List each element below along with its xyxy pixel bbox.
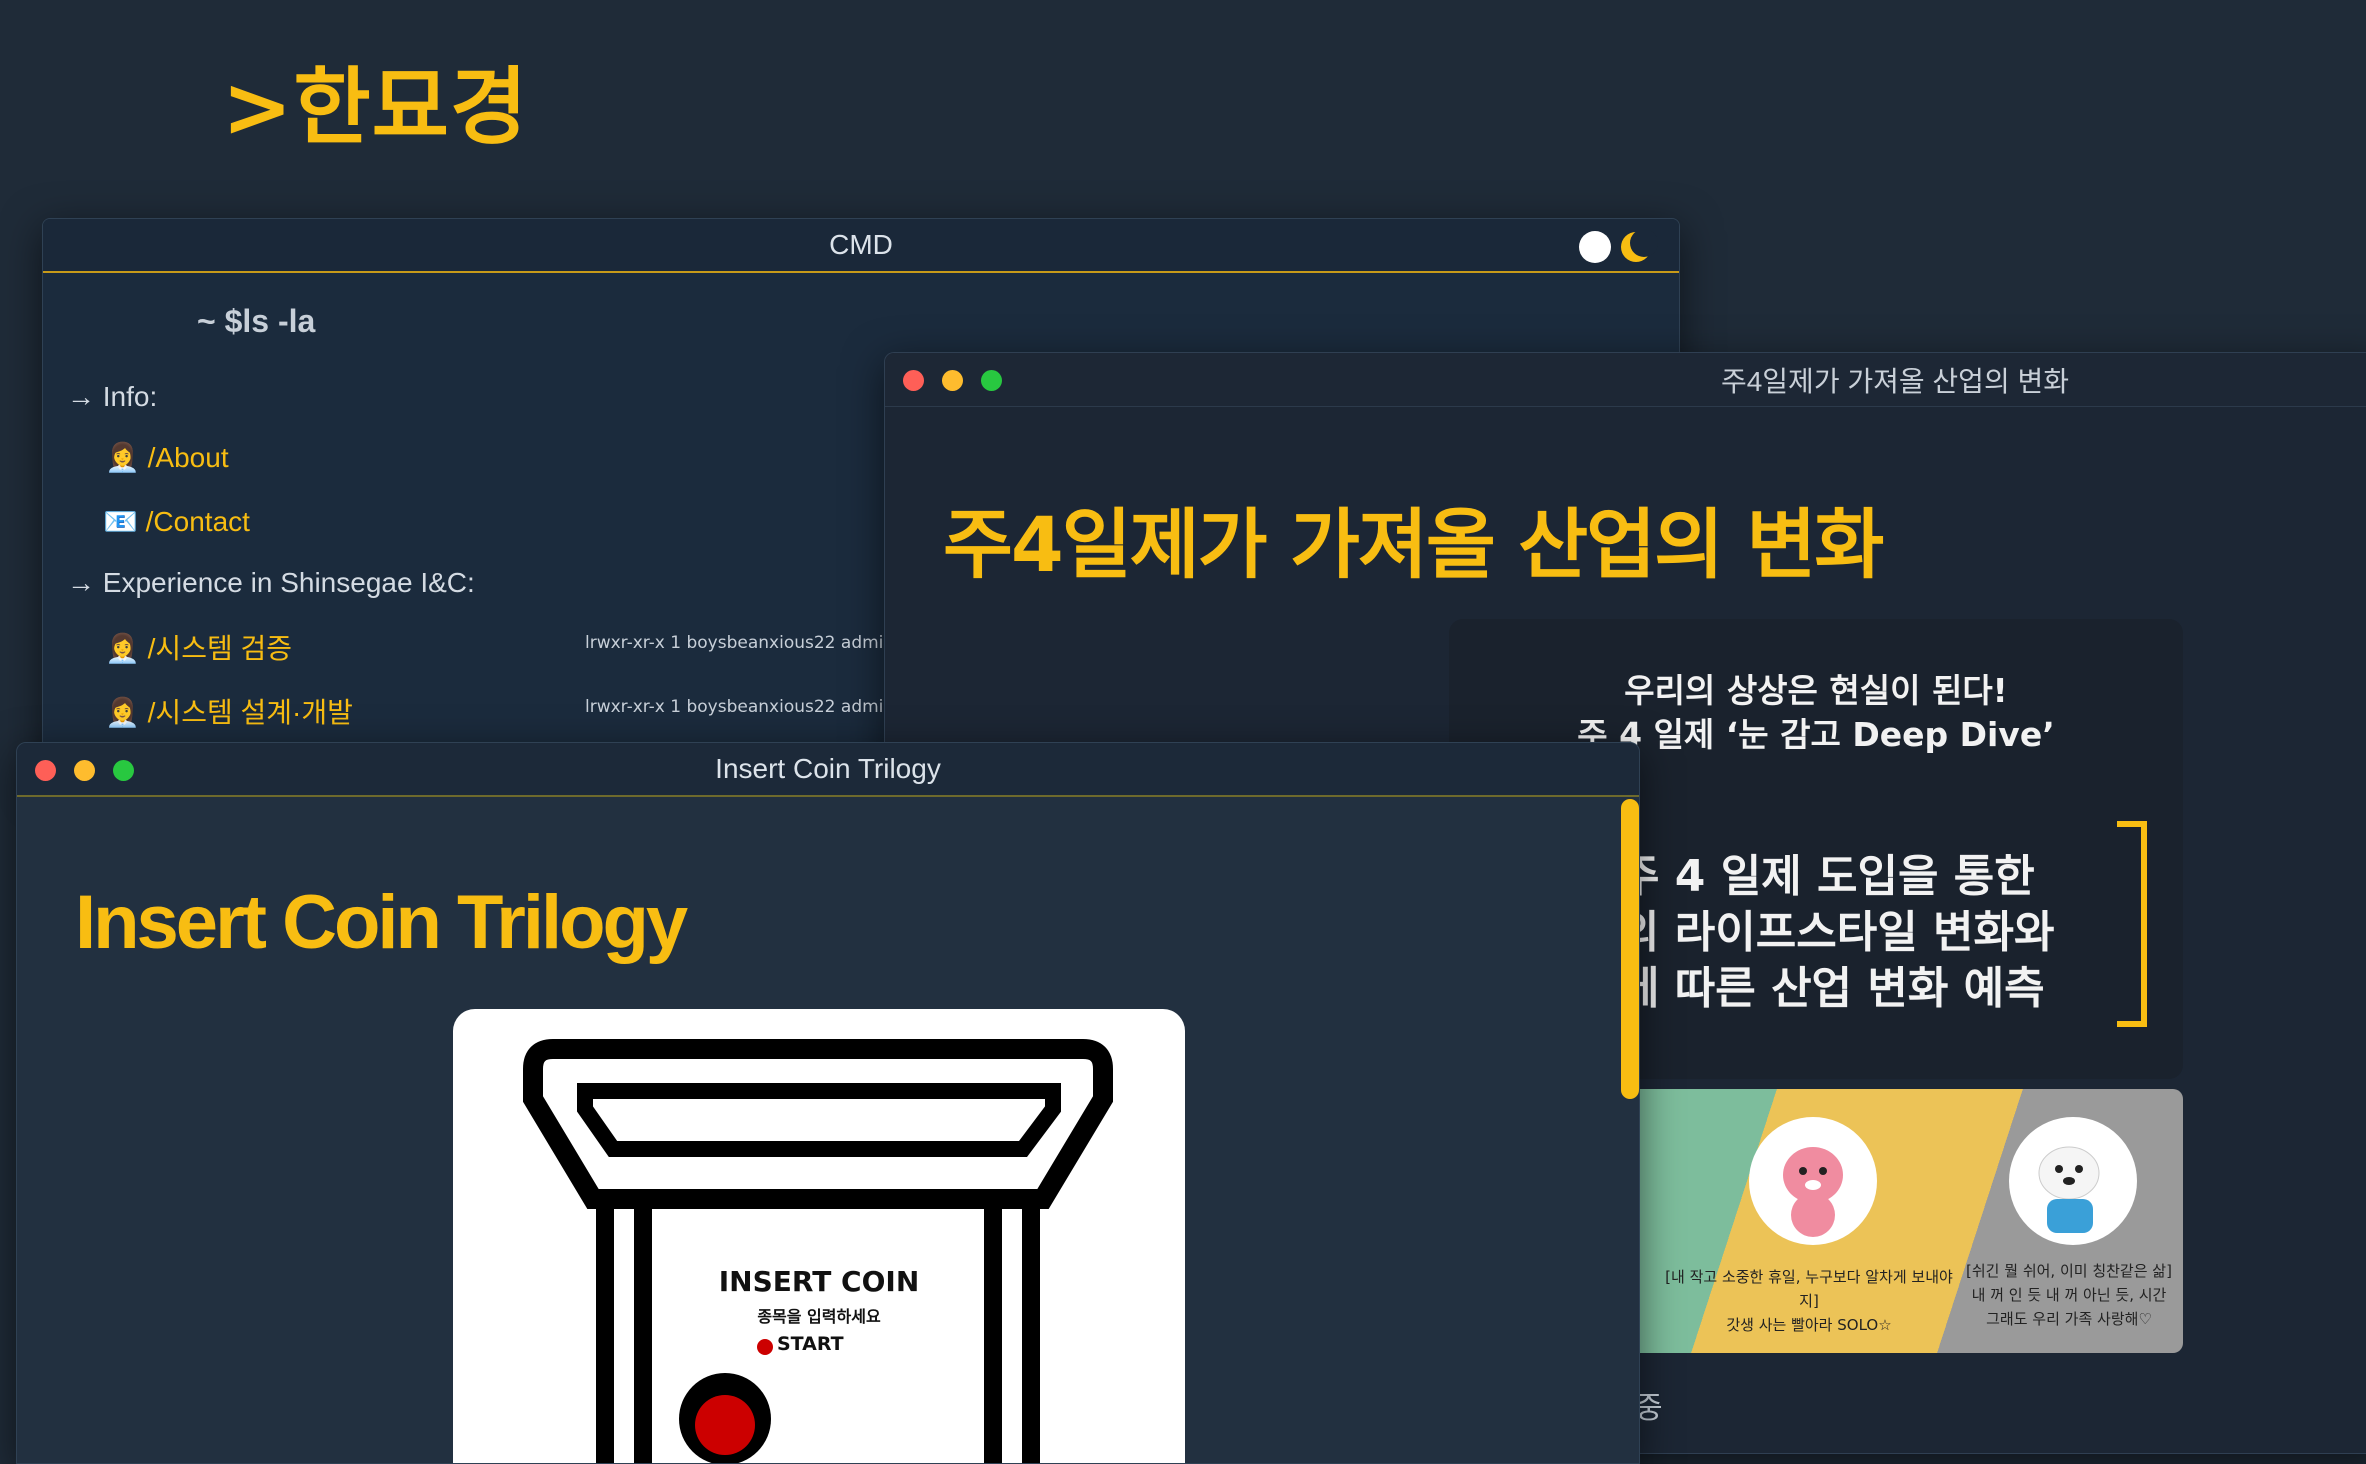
contact-link[interactable]: 📧 /Contact <box>103 505 250 538</box>
pink-character-avatar <box>1749 1117 1877 1245</box>
insert-window-title: Insert Coin Trilogy <box>715 753 941 784</box>
moon-icon[interactable] <box>1621 229 1658 262</box>
terminal-prompt: ~ $ls -la <box>197 303 316 339</box>
sun-icon[interactable] <box>1579 231 1611 263</box>
person-icon: 👩‍💼 <box>105 442 140 473</box>
minimize-button[interactable] <box>942 370 963 391</box>
file-meta: lrwxr-xr-x 1 boysbeanxious22 admin 20 <box>585 633 922 653</box>
caption-line: [쉬긴 뭘 쉬어, 이미 칭찬같은 삶] <box>1966 1262 2172 1280</box>
exp-item-verification[interactable]: 👩‍💼 /시스템 검증 <box>105 627 292 667</box>
section-experience: → Experience in Shinsegae I&C: <box>67 567 475 598</box>
caption-line: 갓생 사는 빨아라 SOLO☆ <box>1726 1316 1892 1334</box>
character-caption-2: [쉬긴 뭘 쉬어, 이미 칭찬같은 삶] 내 꺼 인 듯 내 꺼 아닌 듯, 시… <box>1949 1259 2183 1331</box>
exp-item-design[interactable]: 👩‍💼 /시스템 설계·개발 <box>105 691 353 731</box>
window-controls <box>903 370 1002 391</box>
start-label: START <box>777 1333 844 1355</box>
contact-label: /Contact <box>145 506 250 537</box>
caption-line: 그래도 우리 가족 사랑해♡ <box>1986 1310 2152 1328</box>
exp-item-label: /시스템 설계·개발 <box>147 697 353 728</box>
bracket-decoration <box>2117 821 2147 1027</box>
close-button[interactable] <box>903 370 924 391</box>
scrollbar[interactable] <box>1621 799 1639 1099</box>
person-icon: 👩‍💼 <box>105 697 140 728</box>
character-caption-1: [내 작고 소중한 휴일, 누구보다 알차게 보내야지] 갓생 사는 빨아라 S… <box>1659 1265 1959 1337</box>
caption-line: [내 작고 소중한 휴일, 누구보다 알차게 보내야지] <box>1665 1268 1953 1310</box>
section-info: → Info: <box>67 381 158 412</box>
insert-heading: Insert Coin Trilogy <box>75 880 688 965</box>
machine-sub: 종목을 입력하세요 <box>757 1307 881 1326</box>
insert-titlebar[interactable]: Insert Coin Trilogy <box>17 743 1639 797</box>
close-button[interactable] <box>35 760 56 781</box>
about-link[interactable]: 👩‍💼 /About <box>105 441 229 474</box>
insert-coin-image: INSERT COIN 종목을 입력하세요 START <box>453 1009 1185 1463</box>
maximize-button[interactable] <box>981 370 1002 391</box>
cmd-titlebar[interactable]: CMD <box>43 219 1679 273</box>
thumbnail-main-line: 의 라이프스타일 변화와 <box>1619 907 2055 958</box>
mail-icon: 📧 <box>103 506 138 537</box>
exp-item-label: /시스템 검증 <box>147 633 293 664</box>
insert-coin-window[interactable]: Insert Coin Trilogy Insert Coin Trilogy … <box>16 742 1640 1464</box>
minimize-button[interactable] <box>74 760 95 781</box>
window-controls <box>35 760 134 781</box>
article-heading: 주4일제가 가져올 산업의 변화 <box>943 500 1884 589</box>
about-label: /About <box>147 442 229 473</box>
thumbnail-subtitle-line: 우리의 상상은 현실이 된다! <box>1624 671 2008 710</box>
person-icon: 👩‍💼 <box>105 633 140 664</box>
machine-label: INSERT COIN <box>718 1265 920 1298</box>
maximize-button[interactable] <box>113 760 134 781</box>
thumbnail-main-line: 주 4 일제 도입을 통한 <box>1619 851 2035 902</box>
cmd-window-title: CMD <box>829 229 893 260</box>
thumbnail-main-line: 에 따른 산업 변화 예측 <box>1619 963 2045 1014</box>
thumbnail-main-text: 주 4 일제 도입을 통한 의 라이프스타일 변화와 에 따른 산업 변화 예측 <box>1619 849 2054 1017</box>
theme-toggle[interactable] <box>1579 229 1658 263</box>
article-window-title: 주4일제가 가져올 산업의 변화 <box>1720 365 2070 397</box>
arcade-machine-icon <box>523 1039 1113 1463</box>
caption-line: 내 꺼 인 듯 내 꺼 아닌 듯, 시간 <box>1971 1286 2167 1304</box>
site-title: >한묘경 <box>222 58 529 156</box>
bear-character-avatar <box>2009 1117 2137 1245</box>
article-titlebar[interactable]: 주4일제가 가져올 산업의 변화 <box>885 353 2366 407</box>
file-meta: lrwxr-xr-x 1 boysbeanxious22 admin 20 <box>585 697 922 717</box>
